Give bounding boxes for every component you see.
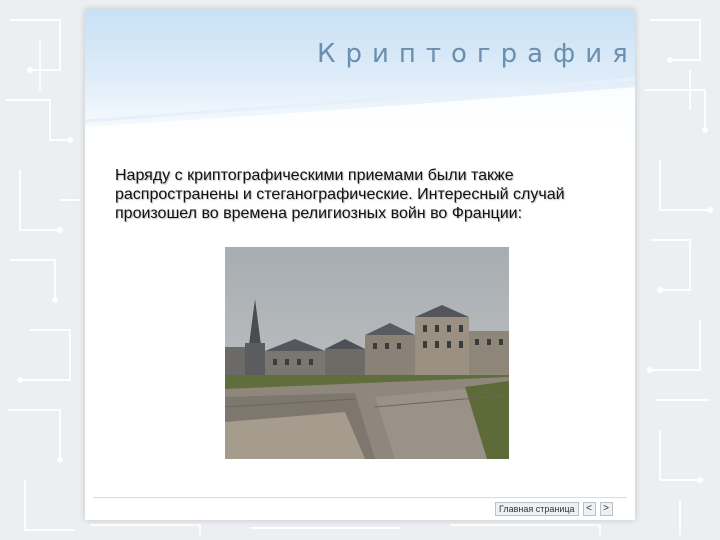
slide-body-text: Наряду с криптографическими приемами был… bbox=[115, 167, 565, 222]
slide: Криптография Наряду с криптографическими… bbox=[85, 9, 635, 520]
rampart-photo bbox=[225, 247, 509, 459]
header-swoosh bbox=[85, 77, 635, 159]
slide-navigation: Главная страница < > bbox=[495, 502, 613, 516]
prev-slide-button[interactable]: < bbox=[582, 502, 596, 516]
footer-divider bbox=[93, 497, 627, 498]
next-slide-button[interactable]: > bbox=[599, 502, 613, 516]
home-page-button[interactable]: Главная страница bbox=[495, 502, 579, 516]
slide-title: Криптография bbox=[317, 39, 635, 69]
